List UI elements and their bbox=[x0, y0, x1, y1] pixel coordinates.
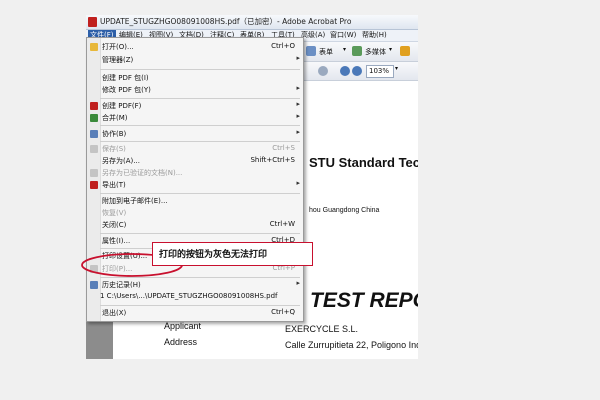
company-name: STU Standard Tech bbox=[309, 155, 418, 170]
form-icon[interactable] bbox=[306, 46, 316, 56]
address-value: Calle Zurrupitieta 22, Poligono Ind bbox=[285, 340, 418, 350]
menu-item-label: 修改 PDF 包(Y) bbox=[102, 86, 151, 94]
submenu-arrow-icon: ▸ bbox=[296, 179, 300, 187]
menu-item-shortcut: Shift+Ctrl+S bbox=[250, 156, 295, 164]
certified-doc-icon bbox=[90, 169, 98, 177]
menu-item-export[interactable]: 导出(T) ▸ bbox=[87, 179, 303, 191]
menu-separator bbox=[100, 233, 300, 234]
history-icon bbox=[90, 281, 98, 289]
submenu-arrow-icon: ▸ bbox=[296, 128, 300, 136]
submenu-arrow-icon: ▸ bbox=[296, 279, 300, 287]
menu-item-revert[interactable]: 恢复(V) bbox=[87, 207, 303, 219]
menu-item-label: 打开(O)... bbox=[102, 43, 134, 51]
menu-item-shortcut: Ctrl+Q bbox=[271, 308, 295, 316]
menu-item-attach-email[interactable]: 附加到电子邮件(E)... bbox=[87, 195, 303, 207]
zoom-tool-icon[interactable] bbox=[318, 66, 328, 76]
submenu-arrow-icon: ▸ bbox=[296, 112, 300, 120]
submenu-arrow-icon: ▸ bbox=[296, 84, 300, 92]
sign-icon[interactable] bbox=[400, 46, 410, 56]
menu-item-label: 导出(T) bbox=[102, 181, 126, 189]
menu-advanced[interactable]: 高级(A) bbox=[301, 30, 325, 41]
menu-item-label: 协作(B) bbox=[102, 130, 127, 138]
menu-item-label: 另存为已验证的文档(N)... bbox=[102, 169, 183, 177]
menu-item-modify-pdf-package[interactable]: 修改 PDF 包(Y) ▸ bbox=[87, 84, 303, 96]
applicant-label: Applicant bbox=[164, 321, 202, 331]
menu-item-label: 历史记录(H) bbox=[102, 281, 141, 289]
menu-item-shortcut: Ctrl+S bbox=[272, 144, 295, 152]
folder-icon bbox=[90, 43, 98, 51]
submenu-arrow-icon: ▸ bbox=[296, 100, 300, 108]
collaborate-icon bbox=[90, 130, 98, 138]
menu-item-label: 管理器(Z) bbox=[102, 56, 134, 64]
annotation-callout: 打印的按钮为灰色无法打印 bbox=[152, 242, 313, 266]
pdf-app-icon bbox=[88, 17, 97, 27]
menu-item-create-pdf[interactable]: 创建 PDF(F) ▸ bbox=[87, 100, 303, 112]
applicant-value: EXERCYCLE S.L. bbox=[285, 324, 359, 334]
report-title: TEST REPO bbox=[310, 289, 418, 312]
zoom-value: 103% bbox=[369, 67, 390, 75]
menu-item-organizer[interactable]: 管理器(Z) ▸ bbox=[87, 54, 303, 66]
chevron-down-icon[interactable]: ▾ bbox=[395, 65, 398, 72]
menu-item-recent-file[interactable]: 1 C:\Users\...\UPDATE_STUGZHGO08091008HS… bbox=[87, 291, 303, 303]
menu-item-save-as[interactable]: 另存为(A)... Shift+Ctrl+S bbox=[87, 155, 303, 167]
multimedia-icon[interactable] bbox=[352, 46, 362, 56]
menu-item-label: 合并(M) bbox=[102, 114, 128, 122]
menu-item-label: 创建 PDF 包(I) bbox=[102, 74, 149, 82]
export-icon bbox=[90, 181, 98, 189]
menu-separator bbox=[100, 98, 300, 99]
menu-item-create-pdf-package[interactable]: 创建 PDF 包(I) bbox=[87, 72, 303, 84]
menu-separator bbox=[100, 125, 300, 126]
menu-item-label: 创建 PDF(F) bbox=[102, 102, 142, 110]
menu-item-collaborate[interactable]: 协作(B) ▸ bbox=[87, 128, 303, 140]
file-menu: 打开(O)... Ctrl+O 管理器(Z) ▸ 创建 PDF 包(I) 修改 … bbox=[86, 37, 304, 322]
address-label: Address bbox=[164, 337, 198, 347]
form-button[interactable]: 表单 bbox=[319, 47, 333, 57]
menu-item-shortcut: Ctrl+W bbox=[269, 220, 295, 228]
menu-item-save-certified[interactable]: 另存为已验证的文档(N)... bbox=[87, 167, 303, 179]
multimedia-button[interactable]: 多媒体 bbox=[365, 47, 386, 57]
submenu-arrow-icon: ▸ bbox=[296, 54, 300, 62]
menu-separator bbox=[100, 305, 300, 306]
create-pdf-icon bbox=[90, 102, 98, 110]
combine-icon bbox=[90, 114, 98, 122]
zoom-field[interactable]: 103% bbox=[366, 65, 394, 78]
menu-item-label: 恢复(V) bbox=[102, 209, 127, 217]
menu-item-label: 保存(S) bbox=[102, 145, 126, 153]
menu-item-history[interactable]: 历史记录(H) ▸ bbox=[87, 279, 303, 291]
annotation-text: 打印的按钮为灰色无法打印 bbox=[159, 250, 268, 260]
menu-item-combine[interactable]: 合并(M) ▸ bbox=[87, 112, 303, 124]
window-title: UPDATE_STUGZHGO08091008HS.pdf（已加密）- Adob… bbox=[100, 17, 352, 26]
menu-separator bbox=[100, 141, 300, 142]
zoom-out-icon[interactable] bbox=[340, 66, 350, 76]
menu-item-open[interactable]: 打开(O)... Ctrl+O bbox=[87, 41, 303, 53]
menu-item-save[interactable]: 保存(S) Ctrl+S bbox=[87, 143, 303, 155]
save-icon bbox=[90, 145, 98, 153]
menu-separator bbox=[100, 69, 300, 70]
zoom-in-icon[interactable] bbox=[352, 66, 362, 76]
menu-item-label: 1 C:\Users\...\UPDATE_STUGZHGO08091008HS… bbox=[100, 292, 278, 300]
menu-item-label: 退出(X) bbox=[102, 309, 127, 317]
chevron-down-icon[interactable]: ▾ bbox=[389, 46, 392, 53]
menu-item-label: 另存为(A)... bbox=[102, 157, 140, 165]
menu-item-shortcut: Ctrl+O bbox=[271, 42, 295, 50]
menu-separator bbox=[100, 193, 300, 194]
company-address: hou Guangdong China bbox=[309, 207, 380, 214]
menu-help[interactable]: 帮助(H) bbox=[362, 30, 387, 41]
title-bar: UPDATE_STUGZHGO08091008HS.pdf（已加密）- Adob… bbox=[86, 15, 418, 30]
menu-item-label: 关闭(C) bbox=[102, 221, 127, 229]
chevron-down-icon[interactable]: ▾ bbox=[343, 46, 346, 53]
menu-window[interactable]: 窗口(W) bbox=[330, 30, 356, 41]
menu-item-exit[interactable]: 退出(X) Ctrl+Q bbox=[87, 307, 303, 319]
menu-item-label: 属性(I)... bbox=[102, 237, 131, 245]
menu-item-close[interactable]: 关闭(C) Ctrl+W bbox=[87, 219, 303, 231]
menu-item-label: 附加到电子邮件(E)... bbox=[102, 197, 168, 205]
